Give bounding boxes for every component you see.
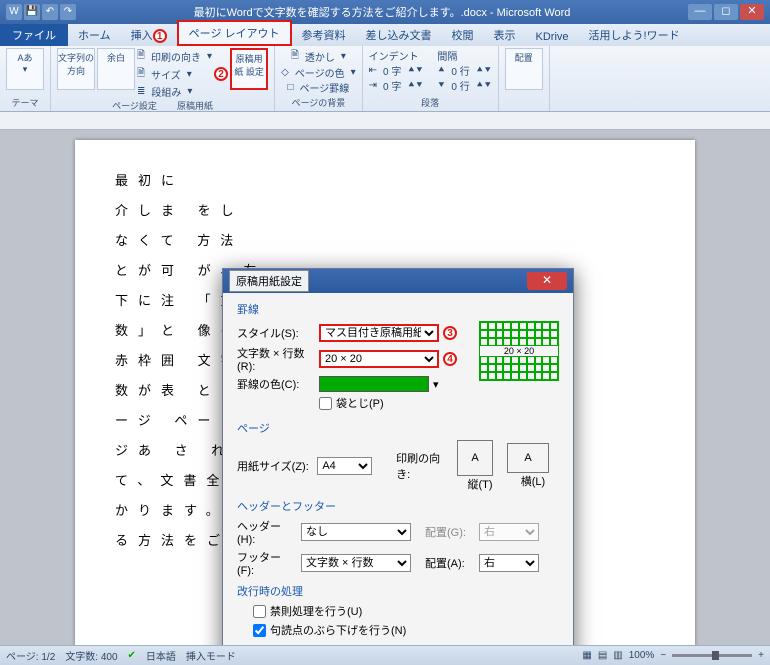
- zoom-slider[interactable]: [672, 654, 752, 657]
- genkou-button[interactable]: 原稿用紙 設定: [230, 48, 268, 90]
- ribbon: Aあ▾ テーマ 文字列の 方向 余白 🗎 印刷の向き ▾ 🗎 サイズ ▾ ≣ 段…: [0, 46, 770, 112]
- indent-right[interactable]: ⇥ 0 字 ⯅⯆: [369, 78, 424, 93]
- status-page[interactable]: ページ: 1/2: [6, 648, 55, 663]
- section-headerfooter: ヘッダーとフッター: [237, 498, 559, 514]
- status-bar: ページ: 1/2 文字数: 400 ✔ 日本語 挿入モード ▦ ▤ ▥ 100%…: [0, 645, 770, 665]
- section-lines: 罫線: [237, 301, 559, 317]
- tab-kdrive[interactable]: KDrive: [526, 28, 579, 46]
- dialog-title: 原稿用紙設定: [229, 270, 309, 292]
- group-arrange: 配置: [499, 46, 550, 111]
- annotation-2: 2: [214, 67, 228, 81]
- group-page-background: 🗎 透かし ▾ ◇ ページの色 ▾ □ ページ罫線 ページの背景: [275, 46, 363, 111]
- tab-insert[interactable]: 挿入1: [121, 24, 177, 46]
- view-read-icon[interactable]: ▤: [598, 650, 607, 661]
- pagecolor-button[interactable]: ◇ ページの色 ▾: [281, 65, 356, 80]
- tab-addin[interactable]: 活用しよう!ワード: [579, 24, 690, 46]
- ruler: [0, 112, 770, 130]
- doc-line: なくて 方法: [115, 226, 655, 256]
- group-themes: Aあ▾ テーマ: [0, 46, 51, 111]
- annotation-4: 4: [443, 352, 457, 366]
- undo-icon[interactable]: ↶: [42, 4, 58, 20]
- group-page-setup: 文字列の 方向 余白 🗎 印刷の向き ▾ 🗎 サイズ ▾ ≣ 段組み ▾ 2 原…: [51, 46, 275, 111]
- kinsoku-checkbox[interactable]: [253, 605, 266, 618]
- papersize-select[interactable]: A4: [317, 457, 372, 475]
- annotation-1: 1: [153, 29, 167, 43]
- window-buttons: — ◻ ✕: [688, 4, 764, 20]
- space-after[interactable]: ⯆ 0 行 ⯅⯆: [437, 78, 491, 93]
- tab-review[interactable]: 校閲: [442, 24, 484, 46]
- tab-file[interactable]: ファイル: [0, 24, 68, 46]
- genkou-dialog: 原稿用紙設定 ✕ 罫線 スタイル(S): マス目付き原稿用紙 3 文字数 × 行…: [222, 268, 574, 665]
- grid-select[interactable]: 20 × 20: [319, 350, 439, 368]
- pageborder-button[interactable]: □ ページ罫線: [287, 80, 349, 95]
- kutoten-checkbox[interactable]: [253, 624, 266, 637]
- doc-line: 介しま をし: [115, 196, 655, 226]
- document-area: 最初に 介しま をし なくて 方法 とが可 が、左 下に注 「文字 数」と: [0, 130, 770, 665]
- quick-access-toolbar: W 💾 ↶ ↷: [6, 4, 76, 20]
- save-icon[interactable]: 💾: [24, 4, 40, 20]
- close-button[interactable]: ✕: [740, 4, 764, 20]
- doc-line: 最初に: [115, 166, 655, 196]
- size-button[interactable]: 🗎 サイズ ▾: [137, 66, 212, 83]
- tab-mailings[interactable]: 差し込み文書: [356, 24, 442, 46]
- arrange-button[interactable]: 配置: [505, 48, 543, 90]
- status-zoom[interactable]: 100%: [629, 650, 655, 661]
- title-bar: W 💾 ↶ ↷ 最初にWordで文字数を確認する方法をご紹介します。.docx …: [0, 0, 770, 24]
- indent-left[interactable]: ⇤ 0 字 ⯅⯆: [369, 63, 424, 78]
- footer-select[interactable]: 文字数 × 行数: [301, 554, 411, 572]
- tab-view[interactable]: 表示: [484, 24, 526, 46]
- space-before[interactable]: ⯅ 0 行 ⯅⯆: [437, 63, 491, 78]
- header-select[interactable]: なし: [301, 523, 411, 541]
- watermark-button[interactable]: 🗎 透かし ▾: [291, 48, 346, 65]
- tab-references[interactable]: 参考資料: [292, 24, 356, 46]
- section-break: 改行時の処理: [237, 583, 559, 599]
- align-g-select: 右: [479, 523, 539, 541]
- section-page: ページ: [237, 420, 559, 436]
- window-title: 最初にWordで文字数を確認する方法をご紹介します。.docx - Micros…: [76, 4, 688, 20]
- grid-preview: 20 × 20: [479, 321, 559, 381]
- tab-page-layout[interactable]: ページ レイアウト: [177, 20, 292, 46]
- style-select[interactable]: マス目付き原稿用紙: [319, 324, 439, 342]
- line-color-select[interactable]: [319, 376, 429, 392]
- ribbon-tabs: ファイル ホーム 挿入1 ページ レイアウト 参考資料 差し込み文書 校閲 表示…: [0, 24, 770, 46]
- proofing-icon[interactable]: ✔: [128, 650, 136, 661]
- group-paragraph: インデント ⇤ 0 字 ⯅⯆ ⇥ 0 字 ⯅⯆ 間隔 ⯅ 0 行 ⯅⯆ ⯆ 0 …: [363, 46, 499, 111]
- margins-button[interactable]: 余白: [97, 48, 135, 90]
- status-words[interactable]: 文字数: 400: [65, 648, 117, 663]
- minimize-button[interactable]: —: [688, 4, 712, 20]
- view-print-icon[interactable]: ▦: [582, 650, 591, 661]
- text-direction-button[interactable]: 文字列の 方向: [57, 48, 95, 90]
- word-icon: W: [6, 4, 22, 20]
- zoom-out-button[interactable]: −: [660, 650, 666, 661]
- fukuro-checkbox[interactable]: [319, 397, 332, 410]
- status-lang[interactable]: 日本語: [146, 648, 176, 663]
- align-a-select[interactable]: 右: [479, 554, 539, 572]
- annotation-3: 3: [443, 326, 457, 340]
- dialog-titlebar: 原稿用紙設定 ✕: [223, 269, 573, 293]
- columns-button[interactable]: ≣ 段組み ▾: [137, 84, 212, 99]
- redo-icon[interactable]: ↷: [60, 4, 76, 20]
- orient-portrait[interactable]: A: [457, 440, 493, 476]
- status-mode[interactable]: 挿入モード: [186, 648, 236, 663]
- zoom-in-button[interactable]: +: [758, 650, 764, 661]
- tab-home[interactable]: ホーム: [68, 24, 121, 46]
- orient-landscape[interactable]: A: [507, 443, 549, 473]
- themes-button[interactable]: Aあ▾: [6, 48, 44, 90]
- view-web-icon[interactable]: ▥: [613, 650, 622, 661]
- dialog-close-button[interactable]: ✕: [527, 272, 567, 290]
- orientation-button[interactable]: 🗎 印刷の向き ▾: [137, 48, 212, 65]
- maximize-button[interactable]: ◻: [714, 4, 738, 20]
